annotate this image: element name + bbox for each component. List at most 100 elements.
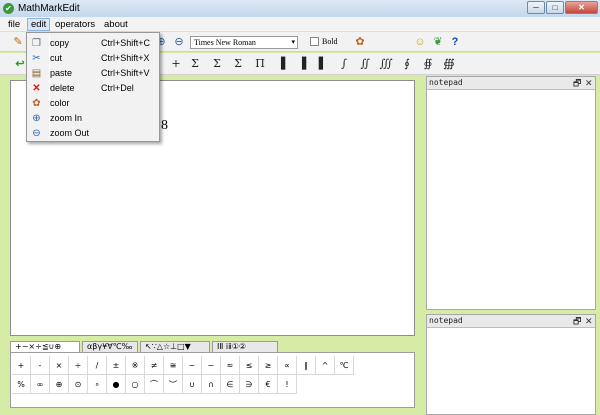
maximize-button[interactable]: □	[546, 1, 564, 14]
help-icon[interactable]: ?	[447, 34, 463, 50]
menu-item-paste[interactable]: ▤ paste Ctrl+Shift+V	[29, 66, 157, 81]
matrix-button-2[interactable]: ▐	[294, 56, 310, 72]
close-button[interactable]: ✕	[565, 1, 598, 14]
notepad-header: notepad 🗗 ✕	[427, 77, 595, 90]
leaf-icon[interactable]: ❦	[430, 34, 446, 50]
menu-bar: file edit operators about	[0, 17, 600, 32]
symbol-cell[interactable]: -	[31, 356, 50, 375]
sum-limits-button[interactable]: Σ	[230, 56, 246, 72]
symbol-cell[interactable]: ℃	[335, 356, 354, 375]
symbol-cell[interactable]: ≤	[240, 356, 259, 375]
zoom-out-icon[interactable]: ⊖	[171, 34, 187, 50]
symbol-cell[interactable]: ∥	[297, 356, 316, 375]
symbol-cell[interactable]: /	[88, 356, 107, 375]
menu-item-label: color	[50, 98, 70, 108]
surface-integral-button[interactable]: ∯	[420, 56, 436, 72]
menu-item-delete[interactable]: ✕ delete Ctrl+Del	[29, 81, 157, 96]
copy-icon: ❐	[32, 38, 41, 49]
font-select[interactable]: Times New Roman ▾	[190, 36, 298, 49]
symbol-cell[interactable]: ∘	[88, 375, 107, 394]
triple-integral-button[interactable]: ∭	[378, 56, 394, 72]
menu-edit[interactable]: edit	[27, 18, 51, 31]
smiley-icon[interactable]: ☺	[412, 34, 428, 50]
paste-icon: ▤	[31, 68, 42, 79]
menu-item-shortcut: Ctrl+Shift+C	[101, 38, 151, 48]
color-icon: ✿	[32, 98, 41, 109]
pencil-icon[interactable]: ✎	[10, 34, 26, 50]
menu-item-zoom-out[interactable]: ⊖ zoom Out	[29, 126, 157, 141]
matrix-button-1[interactable]: ▐	[273, 56, 289, 72]
symbol-cell[interactable]: ⌒	[145, 375, 164, 394]
symbol-cell[interactable]: ○	[126, 375, 145, 394]
font-select-value: Times New Roman	[194, 38, 256, 47]
symbol-cell[interactable]: ●	[107, 375, 126, 394]
notepad-title: notepad	[429, 316, 463, 325]
symbol-cell[interactable]: ∪	[183, 375, 202, 394]
operator-plus-button[interactable]: +	[168, 56, 184, 72]
color-picker-icon[interactable]: ✿	[352, 34, 368, 50]
menu-item-copy[interactable]: ❐ copy Ctrl+Shift+C	[29, 36, 157, 51]
matrix-button-3[interactable]: ▌	[315, 56, 331, 72]
editor-content: 8	[161, 118, 168, 133]
menu-item-label: delete	[50, 83, 75, 93]
menu-item-shortcut: Ctrl+Del	[101, 83, 134, 93]
notepad-panel-bottom[interactable]: notepad 🗗 ✕	[426, 314, 596, 415]
symbol-cell[interactable]: !	[278, 375, 297, 394]
integral-button[interactable]: ∫	[336, 56, 352, 72]
symbol-cell[interactable]: ∝	[278, 356, 297, 375]
symbol-cell[interactable]: ≥	[259, 356, 278, 375]
symbol-cell[interactable]: ∈	[221, 375, 240, 394]
menu-item-label: copy	[50, 38, 70, 48]
product-button[interactable]: Π	[252, 56, 268, 72]
symbol-cell[interactable]: ∩	[202, 375, 221, 394]
symbol-cell[interactable]: ⊙	[69, 375, 88, 394]
symbol-cell[interactable]: %	[12, 375, 31, 394]
sum-sub-button[interactable]: Σ	[209, 56, 225, 72]
symbol-cell[interactable]: ⊕	[50, 375, 69, 394]
notepad-panel-top[interactable]: notepad 🗗 ✕	[426, 76, 596, 310]
menu-item-label: cut	[50, 53, 63, 63]
delete-icon: ✕	[32, 83, 41, 94]
restore-icon[interactable]: 🗗	[573, 315, 581, 327]
symbol-cell[interactable]: ≅	[164, 356, 183, 375]
window-title: MathMarkEdit	[18, 3, 80, 14]
symbol-cell[interactable]: ~	[183, 356, 202, 375]
symbol-cell[interactable]: ^	[316, 356, 335, 375]
contour-integral-button[interactable]: ∮	[399, 56, 415, 72]
symbol-cell[interactable]: ±	[107, 356, 126, 375]
close-icon[interactable]: ✕	[585, 77, 593, 89]
menu-file[interactable]: file	[5, 18, 23, 31]
edit-menu-dropdown: ❐ copy Ctrl+Shift+C ✂ cut Ctrl+Shift+X ▤…	[26, 32, 160, 142]
symbol-cell[interactable]: ≠	[145, 356, 164, 375]
symbol-cell[interactable]: ~	[202, 356, 221, 375]
menu-item-shortcut: Ctrl+Shift+X	[101, 53, 150, 63]
notepad-title: notepad	[429, 78, 463, 87]
zoom-out-icon: ⊖	[32, 128, 41, 139]
symbol-cell[interactable]: €	[259, 375, 278, 394]
notepad-header: notepad 🗗 ✕	[427, 315, 595, 328]
bold-checkbox[interactable]	[310, 37, 319, 46]
symbol-cell[interactable]: ÷	[69, 356, 88, 375]
minimize-button[interactable]: ─	[527, 1, 545, 14]
double-integral-button[interactable]: ∬	[357, 56, 373, 72]
symbol-cell[interactable]: ※	[126, 356, 145, 375]
volume-integral-button[interactable]: ∰	[441, 56, 457, 72]
menu-item-label: paste	[50, 68, 73, 78]
menu-item-color[interactable]: ✿ color	[29, 96, 157, 111]
restore-icon[interactable]: 🗗	[573, 77, 581, 89]
symbol-cell[interactable]: ∞	[31, 375, 50, 394]
symbol-cell[interactable]: ×	[50, 356, 69, 375]
symbol-cell[interactable]: ≈	[221, 356, 240, 375]
menu-item-cut[interactable]: ✂ cut Ctrl+Shift+X	[29, 51, 157, 66]
symbol-cell[interactable]: +	[12, 356, 31, 375]
menu-about[interactable]: about	[101, 18, 131, 31]
sum-button[interactable]: Σ	[187, 56, 203, 72]
menu-operators[interactable]: operators	[52, 18, 98, 31]
menu-item-label: zoom In	[50, 113, 83, 123]
close-icon[interactable]: ✕	[585, 315, 593, 327]
symbol-cell[interactable]: ︶	[164, 375, 183, 394]
symbol-cell[interactable]: ∋	[240, 375, 259, 394]
menu-item-zoom-in[interactable]: ⊕ zoom In	[29, 111, 157, 126]
symbol-palette: + - × ÷ / ± ※ ≠ ≅ ~ ~ ≈ ≤ ≥ ∝ ∥ ^ ℃% ∞ ⊕ ⊙ ∘ ● ○ ⌒ ︶ ∪ ∩ ∈ ∋ €!	[10, 352, 415, 408]
menu-item-label: zoom Out	[50, 128, 90, 138]
